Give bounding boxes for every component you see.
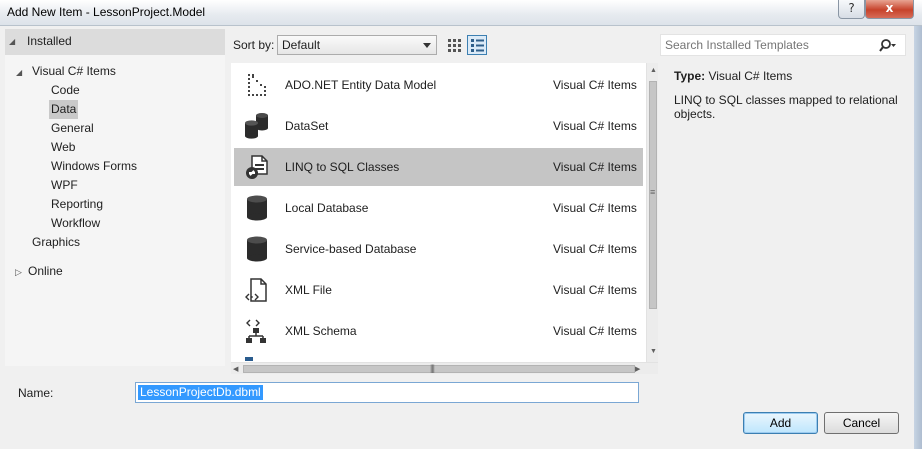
expand-arrow-icon[interactable]: ▷: [15, 267, 22, 278]
tree-item-online[interactable]: Online: [28, 262, 63, 281]
name-value: LessonProjectDb.dbml: [138, 385, 263, 400]
installed-label: Installed: [27, 34, 72, 48]
database-icon: [247, 236, 267, 262]
scroll-up-arrow-icon[interactable]: ▲: [650, 66, 657, 75]
tree-item-web[interactable]: Web: [51, 138, 75, 157]
xml-schema-icon: [246, 319, 266, 343]
scroll-left-arrow-icon[interactable]: ◀: [233, 365, 238, 374]
tree-item-workflow[interactable]: Workflow: [51, 214, 100, 233]
cancel-button[interactable]: Cancel: [824, 412, 899, 434]
collapse-arrow-icon[interactable]: ◢: [16, 68, 22, 77]
list-item[interactable]: Service-based Database Visual C# Items: [234, 230, 643, 268]
template-category: Visual C# Items: [553, 160, 637, 174]
list-item-selected[interactable]: LINQ to SQL Classes Visual C# Items: [234, 148, 643, 186]
grid-view-icon: [448, 39, 461, 52]
chevron-down-icon: [423, 43, 431, 48]
tree-item-code[interactable]: Code: [51, 81, 80, 100]
help-button[interactable]: ?: [838, 0, 865, 19]
horizontal-scrollbar[interactable]: ◀ ||| ▶: [231, 362, 658, 374]
list-item[interactable]: XML Schema Visual C# Items: [234, 312, 643, 350]
tree-item-data[interactable]: Data: [49, 100, 79, 119]
add-new-item-dialog: Add New Item - LessonProject.Model ? x ◢…: [0, 0, 922, 449]
list-view-icon: [471, 39, 484, 52]
window-edge: [914, 26, 922, 449]
type-label: Type:: [674, 69, 706, 83]
template-name: DataSet: [285, 119, 329, 133]
list-item[interactable]: DataSet Visual C# Items: [234, 107, 643, 145]
grip-icon: ≡: [650, 187, 655, 197]
sort-label: Sort by:: [233, 38, 275, 52]
list-item[interactable]: Local Database Visual C# Items: [234, 189, 643, 227]
vertical-scrollbar[interactable]: ▲ ≡ ▼: [646, 63, 658, 362]
search-input[interactable]: [665, 37, 875, 53]
add-button[interactable]: Add: [743, 412, 818, 434]
template-category: Visual C# Items: [553, 242, 637, 256]
type-value: Visual C# Items: [708, 69, 793, 83]
name-field[interactable]: LessonProjectDb.dbml: [135, 382, 639, 403]
template-category: Visual C# Items: [553, 201, 637, 215]
template-name: Service-based Database: [285, 242, 417, 256]
close-button[interactable]: x: [865, 0, 914, 19]
partial-item-icon: [245, 355, 269, 361]
tree-item-general[interactable]: General: [51, 119, 94, 138]
sort-dropdown[interactable]: Default: [277, 35, 437, 55]
horizontal-scroll-thumb[interactable]: [243, 365, 635, 373]
category-tree: ◢ Installed ◢ Visual C# Items Code Data …: [5, 29, 225, 366]
template-description: LINQ to SQL classes mapped to relational…: [674, 93, 898, 121]
template-name: LINQ to SQL Classes: [285, 160, 400, 174]
dataset-icon: [245, 113, 268, 139]
entity-model-icon: [248, 74, 266, 96]
template-list: ADO.NET Entity Data Model Visual C# Item…: [230, 62, 659, 375]
xml-file-icon: [245, 278, 267, 302]
linq-classes-icon: [246, 155, 268, 179]
tree-item-reporting[interactable]: Reporting: [51, 195, 103, 214]
collapse-arrow-icon[interactable]: ◢: [9, 37, 15, 46]
window-title: Add New Item - LessonProject.Model: [7, 5, 206, 19]
search-icon[interactable]: [879, 38, 897, 54]
scroll-down-arrow-icon[interactable]: ▼: [650, 347, 657, 356]
template-category: Visual C# Items: [553, 119, 637, 133]
template-name: XML File: [285, 283, 332, 297]
medium-icons-view-button[interactable]: [467, 35, 487, 55]
small-icons-view-button[interactable]: [444, 35, 464, 55]
scroll-right-arrow-icon[interactable]: ▶: [635, 365, 640, 374]
template-name: XML Schema: [285, 324, 357, 338]
name-label: Name:: [18, 386, 54, 400]
grip-icon: |||: [430, 363, 435, 373]
installed-header[interactable]: ◢ Installed: [5, 29, 225, 55]
template-name: ADO.NET Entity Data Model: [285, 78, 437, 92]
tree-item-visual-csharp[interactable]: Visual C# Items: [32, 62, 116, 81]
list-item[interactable]: XML File Visual C# Items: [234, 271, 643, 309]
tree-item-wpf[interactable]: WPF: [51, 176, 78, 195]
sort-value: Default: [282, 38, 321, 52]
template-category: Visual C# Items: [553, 78, 637, 92]
template-category: Visual C# Items: [553, 283, 637, 297]
search-box[interactable]: [660, 34, 906, 56]
title-bar: Add New Item - LessonProject.Model ? x: [0, 0, 922, 26]
template-category: Visual C# Items: [553, 324, 637, 338]
database-icon: [247, 195, 267, 221]
list-item[interactable]: ADO.NET Entity Data Model Visual C# Item…: [234, 66, 643, 104]
template-type: Type: Visual C# Items: [674, 69, 792, 83]
tree-item-graphics[interactable]: Graphics: [32, 233, 80, 252]
template-name: Local Database: [285, 201, 369, 215]
tree-item-windows-forms[interactable]: Windows Forms: [51, 157, 137, 176]
